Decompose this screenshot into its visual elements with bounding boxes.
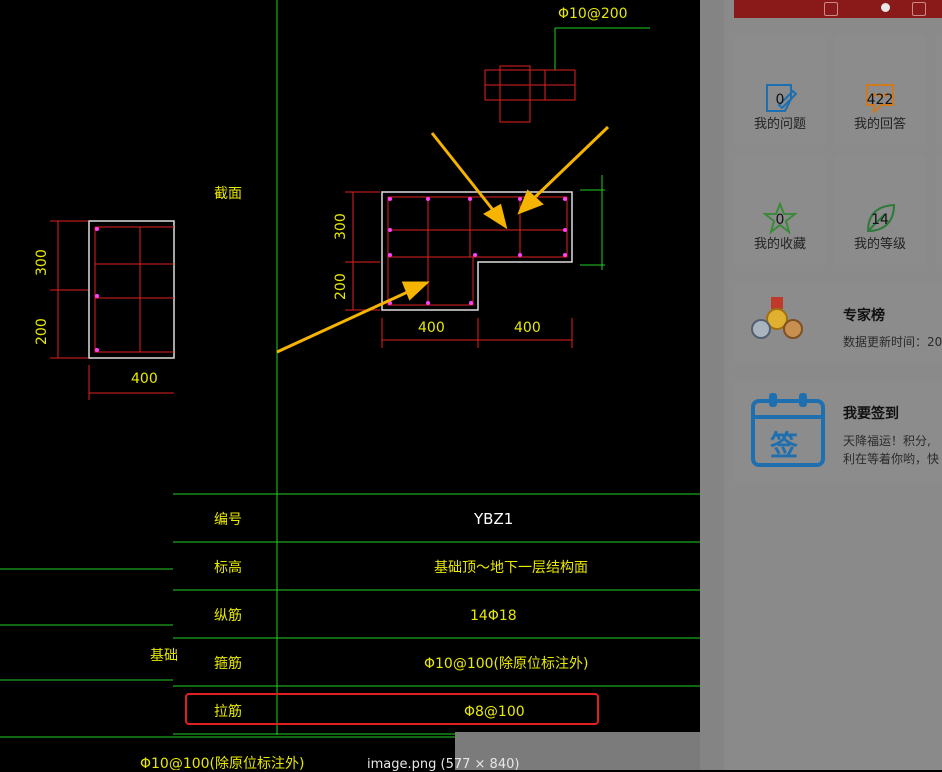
row-label-longitudinal: 纵筋 [214,607,242,624]
checkin-line1: 天降福运！积分, [843,434,931,448]
highlight-box [185,693,599,725]
stat-questions-value: 0 [775,92,785,108]
row-label-stirrup: 箍筋 [214,655,242,672]
dim-400-right: 400 [514,320,541,336]
left-partial-text: 基础 [150,647,178,664]
medal-icon [751,297,803,339]
stat-answers-value: 422 [866,92,894,108]
table-grid [0,0,700,738]
value-elevation: 基础顶～地下一层结构面 [434,559,588,576]
annotation-arrows [276,125,610,354]
cad-canvas: Φ10@200 截面 编号 标高 纵筋 箍筋 拉筋 YBZ1 基础顶～地下一层结… [0,0,700,770]
left-dim-300: 300 [34,249,50,276]
stat-favorites-value: 0 [775,212,785,228]
stat-questions[interactable]: 0 我的问题 [735,35,825,145]
row-label-tie: 拉筋 [214,703,242,720]
row-label-elevation: 标高 [214,559,242,576]
row-label-id: 编号 [214,512,242,528]
prev-icon[interactable] [824,2,838,16]
left-dim-200: 200 [34,318,50,345]
top-spec-label: Φ10@200 [558,6,628,22]
checkin-line2: 利在等着你哟，快 [843,452,940,466]
next-icon[interactable] [912,2,926,16]
stat-favorites-label: 我的收藏 [753,237,806,252]
dim-300: 300 [333,213,349,240]
row-label-section: 截面 [214,186,242,202]
stat-favorites[interactable]: 0 我的收藏 [735,155,825,265]
dim-400-left: 400 [418,320,445,336]
value-id: YBZ1 [473,510,513,528]
stat-level-value: 14 [871,212,889,228]
bottom-text: Φ10@100(除原位标注外) [140,756,304,770]
cad-drawing: Φ10@200 截面 编号 标高 纵筋 箍筋 拉筋 YBZ1 基础顶～地下一层结… [0,0,700,770]
checkin-badge: 签 [770,429,799,462]
carousel-dot[interactable] [881,3,890,12]
tie-detail [484,65,576,123]
experts-subtitle: 数据更新时间：20 [843,335,942,349]
stat-answers[interactable]: 422 我的回答 [835,35,925,145]
checkin-title: 我要签到 [843,406,899,422]
stat-level-label: 我的等级 [853,237,906,252]
left-dim-400: 400 [131,371,158,387]
stat-answers-label: 我的回答 [853,117,906,132]
stat-level[interactable]: 14 我的等级 [835,155,925,265]
value-longitudinal: 14Φ18 [470,608,517,624]
value-stirrup: Φ10@100(除原位标注外) [424,656,588,672]
experts-card[interactable]: 专家榜 数据更新时间：20 [735,283,942,363]
value-tie: Φ8@100 [464,704,525,720]
dim-200: 200 [333,273,349,300]
experts-title: 专家榜 [843,308,885,324]
banner[interactable] [734,0,942,18]
checkin-card[interactable]: 签 我要签到 天降福运！积分, 利在等着你哟，快 [735,381,942,483]
stat-questions-label: 我的问题 [753,117,806,132]
